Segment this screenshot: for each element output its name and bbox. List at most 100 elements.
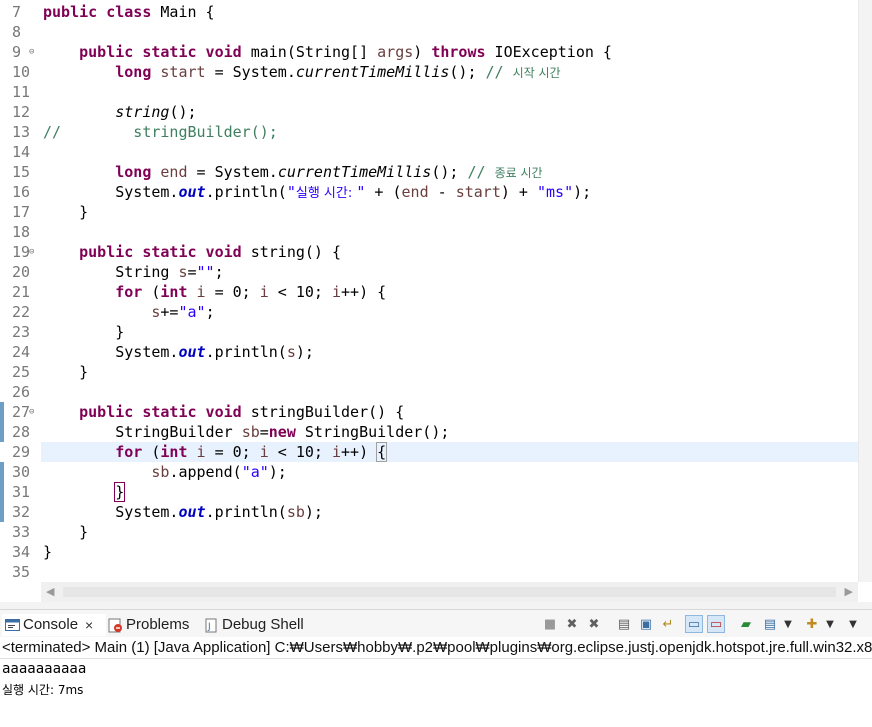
line-number: 34: [12, 543, 31, 561]
line-number: 27: [12, 403, 31, 421]
code-line[interactable]: 30 sb.append("a");: [0, 462, 858, 482]
code-line[interactable]: 32 System.out.println(sb);: [0, 502, 858, 522]
svg-text:J: J: [207, 622, 211, 632]
fold-collapse-icon[interactable]: ⊖: [29, 402, 34, 422]
line-number: 26: [12, 383, 31, 401]
remove-launch-icon[interactable]: ✖: [563, 615, 581, 633]
horizontal-scrollbar[interactable]: ◀ ▶: [41, 582, 858, 602]
code-line[interactable]: 24 System.out.println(s);: [0, 342, 858, 362]
line-number: 14: [12, 143, 31, 161]
tab-debug-shell[interactable]: J Debug Shell: [204, 614, 304, 636]
line-number: 31: [12, 483, 31, 501]
line-number: 16: [12, 183, 31, 201]
scroll-lock-icon[interactable]: ▣: [637, 615, 655, 633]
view-menu-icon[interactable]: ▼: [844, 615, 862, 633]
chevron-down-icon[interactable]: ▼: [821, 615, 839, 633]
line-number: 19: [12, 243, 31, 261]
line-number: 11: [12, 83, 31, 101]
console-output-line: 실행 시간: 7ms: [2, 683, 84, 697]
tab-label: Problems: [126, 616, 190, 633]
terminate-icon[interactable]: ■: [541, 615, 559, 633]
line-number: 7: [12, 3, 22, 21]
line-number: 22: [12, 303, 31, 321]
open-console-icon[interactable]: ✚: [803, 615, 821, 633]
code-editor[interactable]: 7 public class Main { 8 9 ⊖ public stati…: [0, 0, 872, 582]
code-line[interactable]: 13 // stringBuilder();: [0, 122, 858, 142]
view-divider[interactable]: [0, 602, 872, 610]
code-line[interactable]: 10 long start = System.currentTimeMillis…: [0, 62, 858, 82]
matching-bracket: }: [114, 482, 126, 502]
line-number: 32: [12, 503, 31, 521]
line-number: 35: [12, 563, 31, 581]
line-number: 10: [12, 63, 31, 81]
text-cursor: [386, 444, 388, 460]
line-number: 28: [12, 423, 31, 441]
code-line[interactable]: 35: [0, 562, 858, 582]
tab-problems[interactable]: Problems: [108, 614, 189, 636]
code-line[interactable]: 20 String s="";: [0, 262, 858, 282]
show-on-stderr-icon[interactable]: ▭: [707, 615, 725, 633]
line-number: 12: [12, 103, 31, 121]
line-number: 30: [12, 463, 31, 481]
line-number: 29: [0, 442, 41, 462]
close-icon[interactable]: ×: [85, 614, 93, 636]
code-line[interactable]: 21 for (int i = 0; i < 10; i++) {: [0, 282, 858, 302]
problems-icon: [108, 618, 123, 633]
debug-shell-icon: J: [204, 618, 219, 633]
console-view-tabbar: Console × Problems J Debug Shell ■ ✖ ✖ ▤…: [0, 610, 872, 637]
scrollbar-track[interactable]: [63, 587, 836, 597]
line-number: 8: [12, 23, 22, 41]
code-line[interactable]: 17 }: [0, 202, 858, 222]
scroll-right-arrow-icon[interactable]: ▶: [845, 585, 853, 598]
pin-console-icon[interactable]: ▰: [737, 615, 755, 633]
show-on-stdout-icon[interactable]: ▭: [685, 615, 703, 633]
line-number: 23: [12, 323, 31, 341]
code-line[interactable]: 26: [0, 382, 858, 402]
code-line[interactable]: 7 public class Main {: [0, 2, 858, 22]
line-number: 25: [12, 363, 31, 381]
line-number: 24: [12, 343, 31, 361]
code-line[interactable]: 33 }: [0, 522, 858, 542]
matching-bracket: {: [376, 442, 388, 462]
code-line[interactable]: 11: [0, 82, 858, 102]
tab-label: Console: [23, 616, 79, 633]
console-launch-status: <terminated> Main (1) [Java Application]…: [0, 637, 872, 659]
code-line[interactable]: 14: [0, 142, 858, 162]
scroll-left-arrow-icon[interactable]: ◀: [46, 585, 54, 598]
line-number: 20: [12, 263, 31, 281]
line-number: 15: [12, 163, 31, 181]
code-line[interactable]: 27 ⊖ public static void stringBuilder() …: [0, 402, 858, 422]
console-output-line: aaaaaaaaaa: [2, 661, 87, 677]
tab-console[interactable]: Console ×: [2, 614, 106, 636]
line-number: 21: [12, 283, 31, 301]
line-number: 17: [12, 203, 31, 221]
code-line[interactable]: 25 }: [0, 362, 858, 382]
code-line[interactable]: 23 }: [0, 322, 858, 342]
fold-collapse-icon[interactable]: ⊖: [29, 242, 34, 262]
code-line[interactable]: 15 long end = System.currentTimeMillis()…: [0, 162, 858, 182]
clear-console-icon[interactable]: ▤: [615, 615, 633, 633]
code-line[interactable]: 22 s+="a";: [0, 302, 858, 322]
line-number: 13: [12, 123, 31, 141]
tab-label: Debug Shell: [222, 616, 304, 633]
code-line[interactable]: 34 }: [0, 542, 858, 562]
line-number: 18: [12, 223, 31, 241]
line-number: 9: [12, 43, 22, 61]
code-line[interactable]: 9 ⊖ public static void main(String[] arg…: [0, 42, 858, 62]
remove-all-terminated-icon[interactable]: ✖: [585, 615, 603, 633]
chevron-down-icon[interactable]: ▼: [779, 615, 797, 633]
console-icon: [5, 618, 20, 633]
code-line[interactable]: 18: [0, 222, 858, 242]
code-line[interactable]: 12 string();: [0, 102, 858, 122]
current-code-line[interactable]: 29 for (int i = 0; i < 10; i++) {: [0, 442, 858, 462]
code-line[interactable]: 8: [0, 22, 858, 42]
display-console-icon[interactable]: ▤: [761, 615, 779, 633]
vertical-scrollbar[interactable]: [858, 0, 872, 582]
line-number: 33: [12, 523, 31, 541]
code-line[interactable]: 28 StringBuilder sb=new StringBuilder();: [0, 422, 858, 442]
code-line[interactable]: 16 System.out.println("실행 시간: " + (end -…: [0, 182, 858, 202]
code-line[interactable]: 31 }: [0, 482, 858, 502]
fold-collapse-icon[interactable]: ⊖: [29, 42, 34, 62]
code-line[interactable]: 19 ⊖ public static void string() {: [0, 242, 858, 262]
word-wrap-icon[interactable]: ↵: [659, 615, 677, 633]
